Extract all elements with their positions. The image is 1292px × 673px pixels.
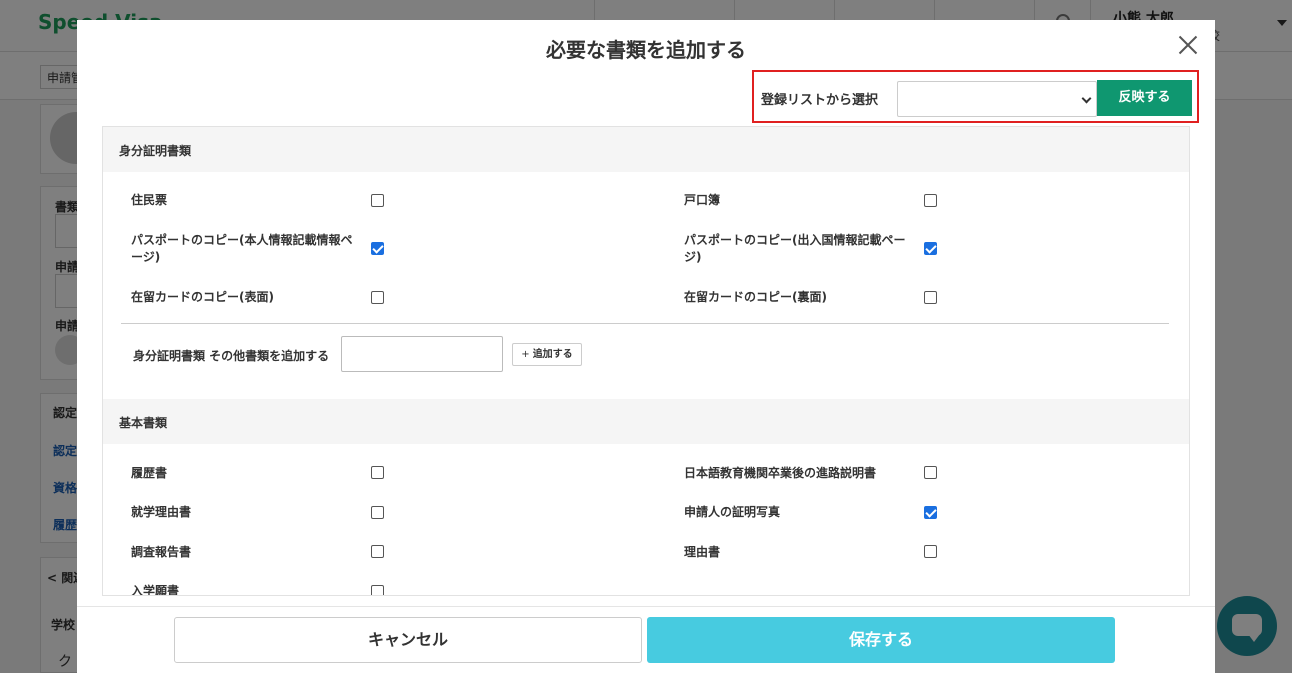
doc-label: 在留カードのコピー(裏面)	[684, 290, 827, 304]
doc-label: 申請人の証明写真	[684, 505, 781, 519]
apply-button[interactable]: 反映する	[1097, 80, 1192, 116]
add-documents-modal: 必要な書類を追加する 登録リストから選択 反映する 身分証明書類 住民票 戸口簿…	[77, 20, 1215, 673]
add-document-label: 追加する	[532, 349, 573, 360]
section-header-identity: 身分証明書類	[103, 127, 1189, 172]
registered-list-label: 登録リストから選択	[761, 93, 879, 108]
doc-checkbox[interactable]	[371, 242, 384, 255]
doc-checkbox[interactable]	[371, 194, 384, 207]
doc-label: 住民票	[131, 193, 168, 207]
documents-list[interactable]: 身分証明書類 住民票 戸口簿 パスポートのコピー(本人情報記載情報ページ) パス…	[102, 126, 1190, 596]
plus-icon: +	[521, 349, 530, 360]
doc-label: 日本語教育機関卒業後の進路説明書	[684, 466, 877, 480]
modal-title: 必要な書類を追加する	[546, 38, 746, 62]
doc-checkbox[interactable]	[924, 545, 937, 558]
doc-label: パスポートのコピー(本人情報記載情報ページ)	[131, 233, 353, 264]
doc-label: 調査報告書	[131, 545, 192, 559]
doc-checkbox[interactable]	[371, 585, 384, 595]
section-title: 基本書類	[119, 416, 168, 430]
doc-label: 履歴書	[131, 466, 168, 480]
chevron-down-icon	[1081, 93, 1092, 104]
doc-label: 理由書	[684, 545, 721, 559]
doc-checkbox[interactable]	[924, 291, 937, 304]
footer-divider	[77, 606, 1215, 607]
doc-label: 入学願書	[131, 584, 180, 596]
doc-checkbox[interactable]	[924, 506, 937, 519]
section-title: 身分証明書類	[119, 144, 192, 158]
close-icon[interactable]	[1175, 32, 1201, 58]
doc-label: 在留カードのコピー(表面)	[131, 290, 274, 304]
doc-checkbox[interactable]	[371, 506, 384, 519]
doc-label: 戸口簿	[684, 193, 721, 207]
doc-checkbox[interactable]	[924, 466, 937, 479]
save-button[interactable]: 保存する	[647, 617, 1115, 663]
doc-checkbox[interactable]	[924, 194, 937, 207]
registered-list-highlight: 登録リストから選択 反映する	[752, 70, 1199, 123]
cancel-button[interactable]: キャンセル	[174, 617, 642, 663]
doc-label: パスポートのコピー(出入国情報記載ページ)	[684, 233, 906, 264]
doc-checkbox[interactable]	[371, 545, 384, 558]
doc-label: 就学理由書	[131, 505, 192, 519]
doc-checkbox[interactable]	[371, 291, 384, 304]
doc-checkbox[interactable]	[371, 466, 384, 479]
other-document-input[interactable]	[341, 336, 503, 372]
registered-list-select[interactable]	[897, 81, 1097, 117]
other-document-label: 身分証明書類 その他書類を追加する	[133, 349, 330, 363]
section-divider	[121, 323, 1169, 324]
doc-checkbox[interactable]	[924, 242, 937, 255]
add-document-button[interactable]: + 追加する	[512, 343, 582, 366]
section-header-basic: 基本書類	[103, 399, 1189, 444]
